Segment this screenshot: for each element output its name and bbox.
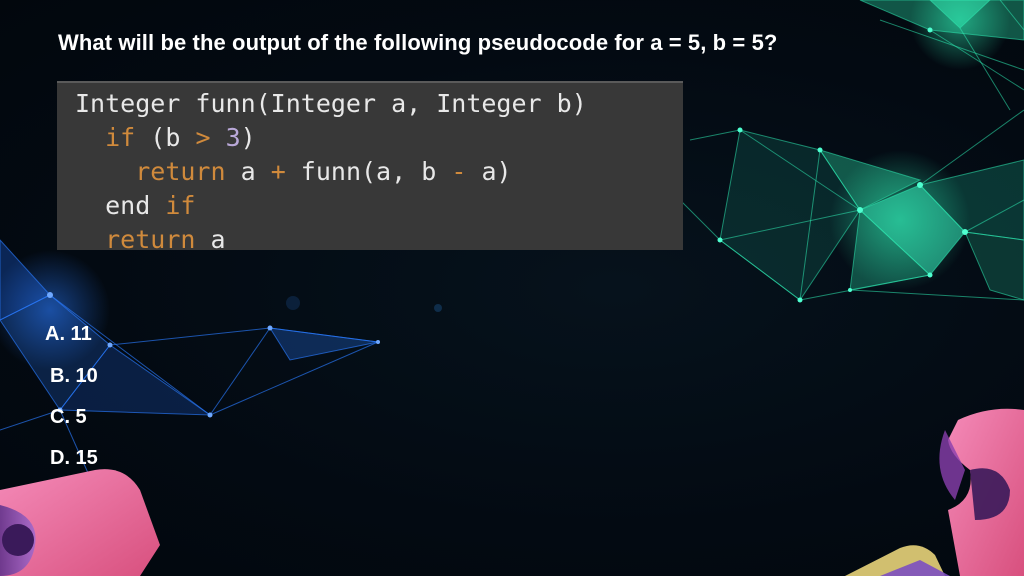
operator-plus: + [270,157,286,186]
keyword-if: if [105,123,136,152]
option-b[interactable]: B. 10 [50,365,98,388]
code-token: ) [240,123,256,152]
code-line-4: end if [75,189,683,223]
keyword-if: if [165,191,196,220]
operator-minus: - [451,157,467,186]
option-d[interactable]: D. 15 [50,447,98,470]
code-line-1: Integer funn(Integer a, Integer b) [75,87,683,121]
code-line-2: if (b > 3) [75,121,683,155]
code-token: a) [466,157,512,186]
code-line-5: return a [75,223,683,257]
code-line-3: return a + funn(a, b - a) [75,155,683,189]
code-token: a [195,225,226,254]
keyword-end: end [105,191,151,220]
keyword-return: return [105,225,196,254]
code-token: a [225,157,271,186]
puzzle-piece-left [0,469,160,576]
operator-gt: > [195,123,211,152]
puzzle-piece-right [939,408,1024,576]
question-text: What will be the output of the following… [58,30,778,55]
code-block: Integer funn(Integer a, Integer b) if (b… [57,81,683,254]
puzzle-piece-bottom [845,545,950,576]
number-literal: 3 [225,123,241,152]
code-token: funn(a, b [285,157,452,186]
option-c[interactable]: C. 5 [50,406,87,429]
keyword-return: return [135,157,226,186]
code-token: (b [135,123,196,152]
code-token: Integer funn(Integer a, Integer b) [75,89,587,118]
option-a[interactable]: A. 11 [45,323,92,346]
